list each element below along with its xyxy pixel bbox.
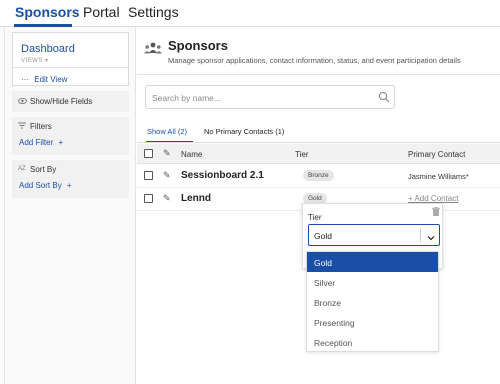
edit-pencil-icon: ✎ — [163, 148, 171, 158]
add-contact-link[interactable]: + Add Contact — [408, 194, 458, 203]
search-box — [145, 85, 395, 109]
views-dropdown[interactable]: VIEWS ▾ — [21, 57, 49, 64]
tabs-divider — [137, 142, 500, 143]
filter-icon — [18, 122, 26, 131]
tier-option[interactable]: Gold — [307, 252, 438, 272]
select-all-checkbox[interactable] — [144, 149, 153, 158]
view-name[interactable]: Dashboard — [21, 43, 75, 55]
select-separator — [420, 229, 421, 242]
tier-option[interactable]: Reception — [307, 332, 438, 352]
row-checkbox[interactable] — [144, 194, 153, 203]
plus-icon: + — [66, 181, 72, 190]
tier-select-value: Gold — [314, 231, 332, 241]
sort-title: Sort By — [30, 165, 57, 174]
card-divider — [13, 67, 128, 68]
more-icon: ··· — [21, 75, 29, 84]
column-header-primary-contact[interactable]: Primary Contact — [408, 150, 465, 159]
view-card: Dashboard VIEWS ▾ ··· Edit View — [12, 32, 129, 86]
table-header: ✎ Name Tier Primary Contact — [137, 144, 500, 164]
page-title: Sponsors — [168, 38, 228, 53]
tier-option[interactable]: Silver — [307, 272, 438, 292]
column-header-name[interactable]: Name — [181, 150, 202, 159]
add-sort-button[interactable]: Add Sort By + — [19, 181, 72, 190]
people-group-icon — [144, 42, 162, 57]
show-hide-fields-label: Show/Hide Fields — [30, 97, 93, 106]
plus-icon: + — [58, 138, 64, 147]
row-checkbox[interactable] — [144, 171, 153, 180]
edit-pencil-icon[interactable]: ✎ — [163, 193, 171, 204]
tab-show-all[interactable]: Show All (2) — [147, 127, 187, 136]
table-row[interactable]: ✎ Sessionboard 2.1 Bronze Jasmine Willia… — [137, 165, 500, 188]
edit-view-link[interactable]: ··· Edit View — [21, 75, 67, 84]
sponsor-name: Lennd — [181, 193, 211, 204]
add-sort-label: Add Sort By — [19, 181, 62, 190]
sidebar: Dashboard VIEWS ▾ ··· Edit View Show/Hid… — [0, 27, 136, 384]
tier-option[interactable]: Presenting — [307, 312, 438, 332]
add-filter-label: Add Filter — [19, 138, 54, 147]
show-hide-fields-panel[interactable]: Show/Hide Fields — [12, 91, 129, 112]
tier-option[interactable]: Bronze — [307, 292, 438, 312]
tier-editor-label: Tier — [308, 213, 322, 222]
sidebar-divider — [4, 27, 5, 384]
column-header-tier[interactable]: Tier — [295, 150, 308, 159]
trash-icon[interactable] — [432, 207, 440, 218]
search-input[interactable] — [152, 90, 367, 105]
edit-view-label: Edit View — [34, 75, 68, 84]
filters-title: Filters — [30, 122, 52, 131]
sort-icon: AZ — [18, 166, 26, 172]
sort-panel: AZ Sort By Add Sort By + — [12, 160, 129, 198]
search-icon[interactable] — [378, 90, 390, 104]
tier-badge[interactable]: Bronze — [303, 170, 334, 181]
primary-contact: Jasmine Williams* — [408, 172, 469, 181]
chevron-down-icon[interactable] — [426, 230, 436, 241]
page-description: Manage sponsor applications, contact inf… — [168, 56, 461, 65]
tier-options-menu: Gold Silver Bronze Presenting Reception — [306, 251, 439, 352]
tab-no-primary-contacts[interactable]: No Primary Contacts (1) — [204, 127, 284, 136]
sponsor-name: Sessionboard 2.1 — [181, 170, 264, 181]
add-filter-button[interactable]: Add Filter + — [19, 138, 63, 147]
nav-tab-sponsors[interactable]: Sponsors — [15, 4, 80, 20]
filters-panel: Filters Add Filter + — [12, 117, 129, 155]
tier-select[interactable]: Gold — [308, 224, 440, 246]
eye-icon — [18, 97, 27, 107]
nav-tab-portal[interactable]: Portal — [83, 4, 120, 20]
header-divider — [137, 74, 500, 75]
top-nav: Sponsors Portal Settings — [0, 0, 500, 27]
edit-pencil-icon[interactable]: ✎ — [163, 170, 171, 181]
nav-tab-settings[interactable]: Settings — [128, 4, 179, 20]
